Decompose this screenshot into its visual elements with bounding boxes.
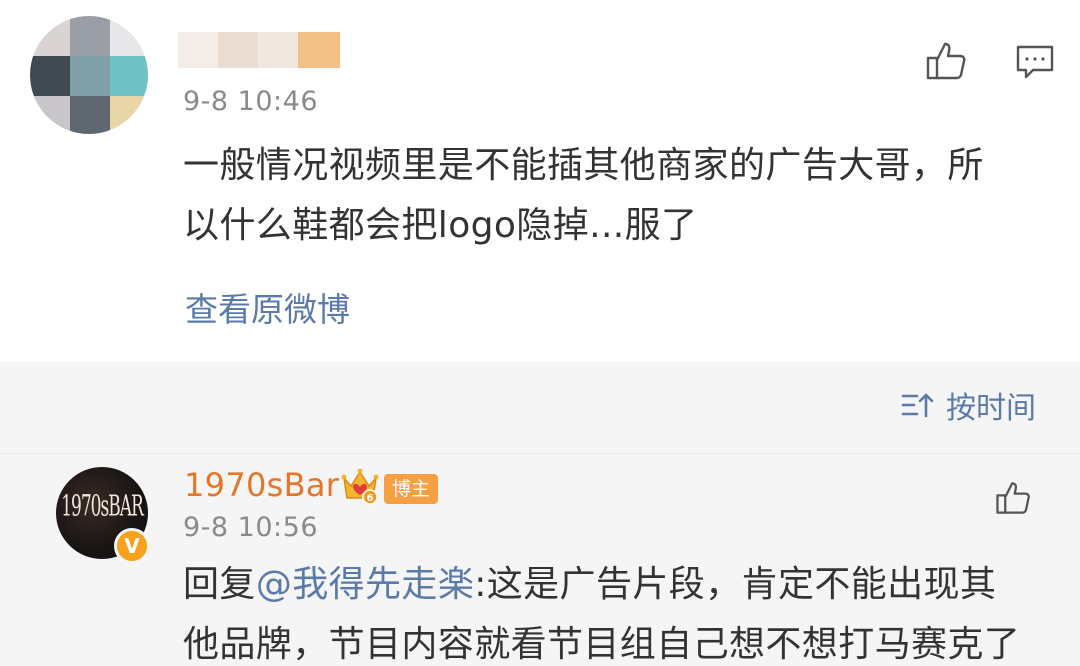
reply-mention-link[interactable]: @我得先走楽 — [256, 564, 474, 605]
reply-text: 回复@我得先走楽:这是广告片段，肯定不能出现其 他品牌，节目内容就看节目组自己想… — [183, 555, 1063, 666]
sort-icon — [901, 393, 934, 418]
reply-text-line-2: 他品牌，节目内容就看节目组自己想不想打马赛克了 — [183, 624, 1021, 665]
crown-icon: 6 — [341, 468, 379, 505]
post-time: 9-8 10:46 — [183, 86, 318, 117]
avatar-pixelated[interactable] — [30, 16, 148, 134]
sort-by-time-button[interactable]: 按时间 — [900, 385, 1036, 426]
username-pixelated[interactable] — [178, 28, 343, 72]
reply-text-rest: :这是广告片段，肯定不能出现其 — [474, 564, 997, 605]
avatar-logo-text: 1970sBAR — [61, 490, 144, 524]
post-text-line-1: 一般情况视频里是不能插其他商家的广告大哥，所 — [183, 145, 984, 186]
reply-prefix: 回复 — [183, 564, 256, 605]
view-original-link[interactable]: 查看原微博 — [185, 283, 350, 331]
reply-text-line-1: 回复@我得先走楽:这是广告片段，肯定不能出现其 — [183, 555, 1063, 615]
post-text-line-2: 以什么鞋都会把logo隐掉...服了 — [183, 205, 698, 246]
blogger-badge: 博主 — [384, 474, 439, 504]
like-button[interactable] — [918, 36, 974, 86]
reply-username[interactable]: 1970sBar — [184, 466, 339, 504]
reply-time: 9-8 10:56 — [183, 512, 318, 543]
divider — [0, 453, 1080, 454]
comment-button[interactable] — [1010, 40, 1060, 84]
sort-label: 按时间 — [946, 391, 1036, 426]
thumbs-up-icon — [926, 42, 966, 80]
verified-badge: V — [114, 528, 150, 564]
crown-level: 6 — [367, 493, 374, 504]
thumbs-up-icon — [996, 482, 1030, 514]
comment-icon — [1016, 45, 1054, 79]
reply-like-button[interactable] — [990, 476, 1036, 520]
post-text: 一般情况视频里是不能插其他商家的广告大哥，所 以什么鞋都会把logo隐掉...服… — [183, 136, 1063, 256]
